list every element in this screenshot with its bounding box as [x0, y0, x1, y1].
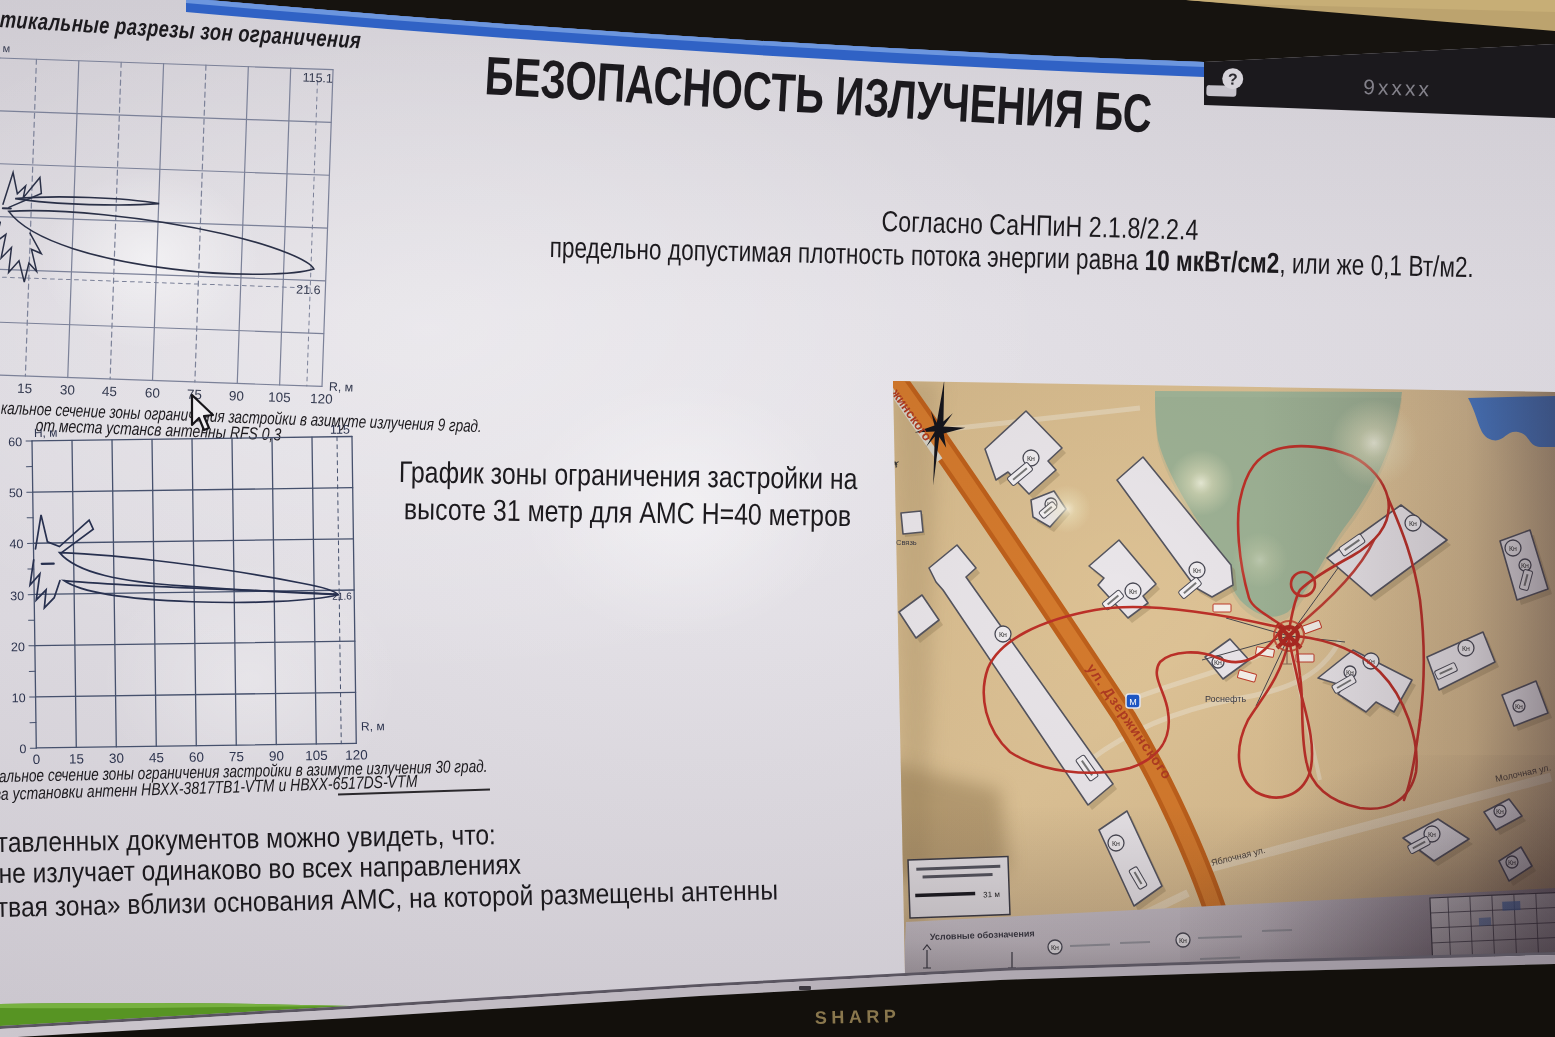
svg-text:SHARP: SHARP [815, 1006, 901, 1028]
svg-text:9xxxx: 9xxxx [1363, 75, 1432, 100]
svg-text:?: ? [1228, 71, 1238, 88]
